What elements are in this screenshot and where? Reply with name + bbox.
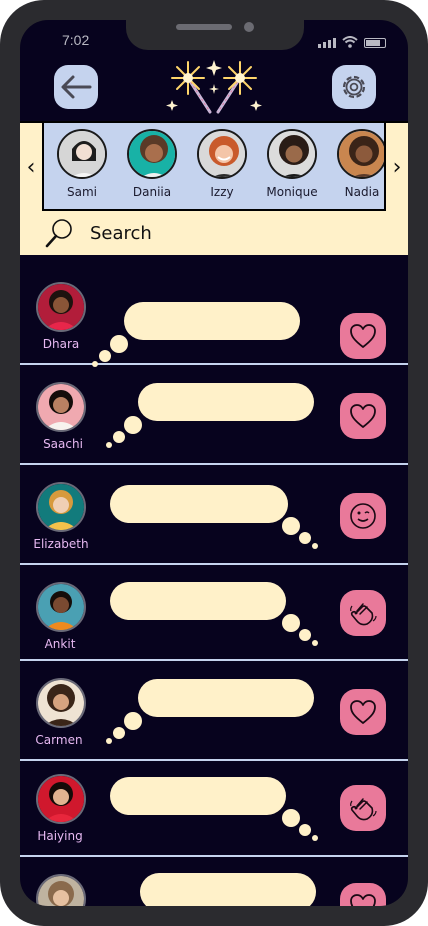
story-name: Izzy <box>210 185 234 199</box>
back-button[interactable] <box>54 65 98 109</box>
bubble-tail <box>282 517 300 535</box>
story-avatar <box>337 129 387 179</box>
story-avatar <box>267 129 317 179</box>
search-label: Search <box>90 222 152 244</box>
bubble-tail <box>99 350 111 362</box>
bubble-tail <box>312 835 318 841</box>
search-bar[interactable]: Search <box>20 211 408 255</box>
bubble-tail <box>106 442 112 448</box>
story-name: Daniia <box>132 185 172 199</box>
bubble-tail <box>282 614 300 632</box>
arrow-left-icon <box>61 75 92 99</box>
reaction-button[interactable] <box>340 590 386 636</box>
message-bubble[interactable] <box>110 485 288 523</box>
message-bubble[interactable] <box>140 873 316 906</box>
sparklers-logo <box>166 60 262 114</box>
message-bubble[interactable] <box>138 383 314 421</box>
message-row[interactable] <box>20 857 408 906</box>
message-row[interactable]: Saachi <box>20 365 408 465</box>
story-item[interactable]: Daniia <box>120 129 184 199</box>
status-time: 7:02 <box>62 32 90 48</box>
heart-icon <box>350 894 376 906</box>
app-screen: 7:02 ‹ Sami Daniia Izzy Monique Nadia › … <box>20 20 408 906</box>
phone-frame: 7:02 ‹ Sami Daniia Izzy Monique Nadia › … <box>0 0 428 926</box>
bubble-tail <box>312 543 318 549</box>
story-item[interactable]: Sami <box>50 129 114 199</box>
avatar[interactable] <box>36 874 86 906</box>
battery-icon <box>364 38 386 48</box>
user-name: Ankit <box>44 637 76 651</box>
bubble-tail <box>312 640 318 646</box>
stories-next-button[interactable]: › <box>384 123 408 211</box>
reaction-button[interactable] <box>340 313 386 359</box>
bubble-tail <box>299 532 311 544</box>
story-avatar <box>57 129 107 179</box>
reaction-button[interactable] <box>340 883 386 906</box>
bubble-tail <box>106 738 112 744</box>
avatar[interactable] <box>36 678 86 728</box>
story-name: Monique <box>266 185 318 199</box>
message-feed: Dhara Saachi Elizabeth Ankit Carmen Haiy… <box>20 265 408 906</box>
wifi-icon <box>342 36 358 48</box>
user-name: Saachi <box>43 437 83 451</box>
bubble-tail <box>282 809 300 827</box>
front-camera <box>244 22 254 32</box>
signal-icon <box>318 38 336 48</box>
bubble-tail <box>110 335 128 353</box>
gear-icon <box>342 75 366 99</box>
message-row[interactable]: Haiying <box>20 761 408 857</box>
speaker <box>176 24 232 30</box>
bubble-tail <box>299 824 311 836</box>
wink-icon <box>350 503 376 529</box>
user-name: Carmen <box>35 733 83 747</box>
story-name: Sami <box>67 185 97 199</box>
status-icons <box>318 36 386 48</box>
story-avatar <box>197 129 247 179</box>
story-item[interactable]: Monique <box>260 129 324 199</box>
bubble-tail <box>113 431 125 443</box>
search-icon <box>45 219 72 248</box>
avatar[interactable] <box>36 582 86 632</box>
heart-icon <box>350 700 376 724</box>
bubble-tail <box>113 727 125 739</box>
story-item[interactable]: Izzy <box>190 129 254 199</box>
avatar[interactable] <box>36 482 86 532</box>
stories-carousel: ‹ Sami Daniia Izzy Monique Nadia › <box>20 121 408 211</box>
reaction-button[interactable] <box>340 689 386 735</box>
reaction-button[interactable] <box>340 785 386 831</box>
user-name: Elizabeth <box>33 537 89 551</box>
wave-icon <box>350 798 377 821</box>
user-name: Dhara <box>42 337 80 351</box>
message-bubble[interactable] <box>138 679 314 717</box>
message-row[interactable]: Carmen <box>20 661 408 761</box>
stories-prev-button[interactable]: ‹ <box>20 123 44 211</box>
heart-icon <box>350 324 376 348</box>
reaction-button[interactable] <box>340 493 386 539</box>
story-avatar <box>127 129 177 179</box>
avatar[interactable] <box>36 382 86 432</box>
bubble-tail <box>124 416 142 434</box>
message-row[interactable]: Dhara <box>20 265 408 367</box>
message-bubble[interactable] <box>124 302 300 340</box>
user-name: Haiying <box>37 829 83 843</box>
wave-icon <box>350 603 377 626</box>
avatar[interactable] <box>36 774 86 824</box>
heart-icon <box>350 404 376 428</box>
message-bubble[interactable] <box>110 777 286 815</box>
message-row[interactable]: Elizabeth <box>20 465 408 565</box>
settings-button[interactable] <box>332 65 376 109</box>
bubble-tail <box>124 712 142 730</box>
message-row[interactable]: Ankit <box>20 565 408 661</box>
reaction-button[interactable] <box>340 393 386 439</box>
bubble-tail <box>299 629 311 641</box>
avatar[interactable] <box>36 282 86 332</box>
notch <box>126 20 304 50</box>
message-bubble[interactable] <box>110 582 286 620</box>
